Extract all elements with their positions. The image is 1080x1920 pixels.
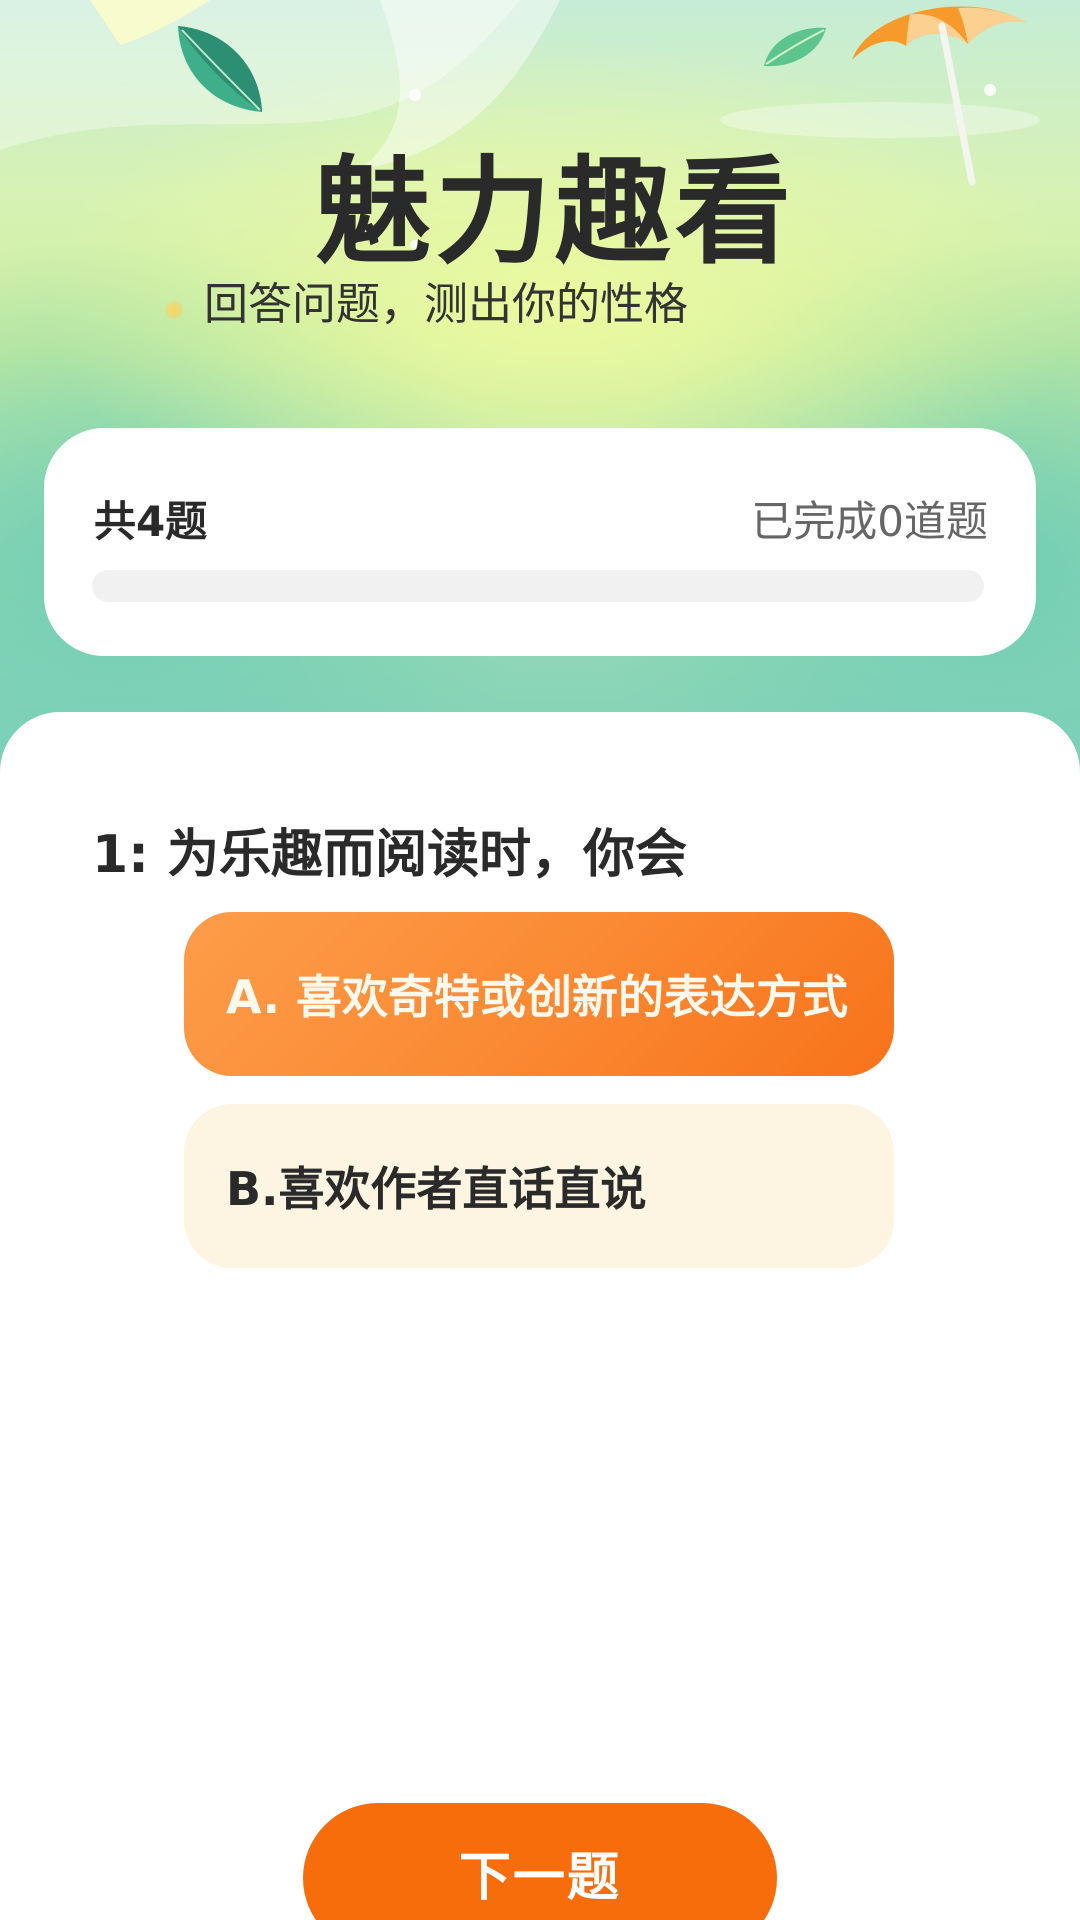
question-text: 1: 为乐趣而阅读时，你会 bbox=[92, 825, 688, 885]
leaf-icon bbox=[764, 27, 826, 67]
option-a-button[interactable]: A. 喜欢奇特或创新的表达方式 bbox=[184, 912, 894, 1076]
option-b-button[interactable]: B.喜欢作者直话直说 bbox=[184, 1104, 894, 1268]
hero-header: 魅力趣看 回答问题，测出你的性格 bbox=[0, 0, 1080, 780]
progress-card: 共4题 已完成0道题 bbox=[44, 428, 1036, 656]
option-a-label: A. 喜欢奇特或创新的表达方式 bbox=[226, 970, 848, 1024]
page-subtitle: 回答问题，测出你的性格 bbox=[204, 279, 688, 330]
sparkle-dot bbox=[165, 301, 183, 319]
quiz-panel: 1: 为乐趣而阅读时，你会 A. 喜欢奇特或创新的表达方式 B.喜欢作者直话直说 bbox=[0, 712, 1080, 1920]
page-title: 魅力趣看 bbox=[315, 145, 795, 280]
option-b-label: B.喜欢作者直话直说 bbox=[226, 1162, 647, 1216]
progress-bar bbox=[92, 570, 984, 602]
leaf-icon bbox=[178, 26, 262, 112]
completed-count: 已完成0道题 bbox=[751, 497, 988, 546]
next-question-button[interactable]: 下一题 bbox=[303, 1803, 777, 1920]
question-count: 共4题 bbox=[94, 497, 208, 546]
